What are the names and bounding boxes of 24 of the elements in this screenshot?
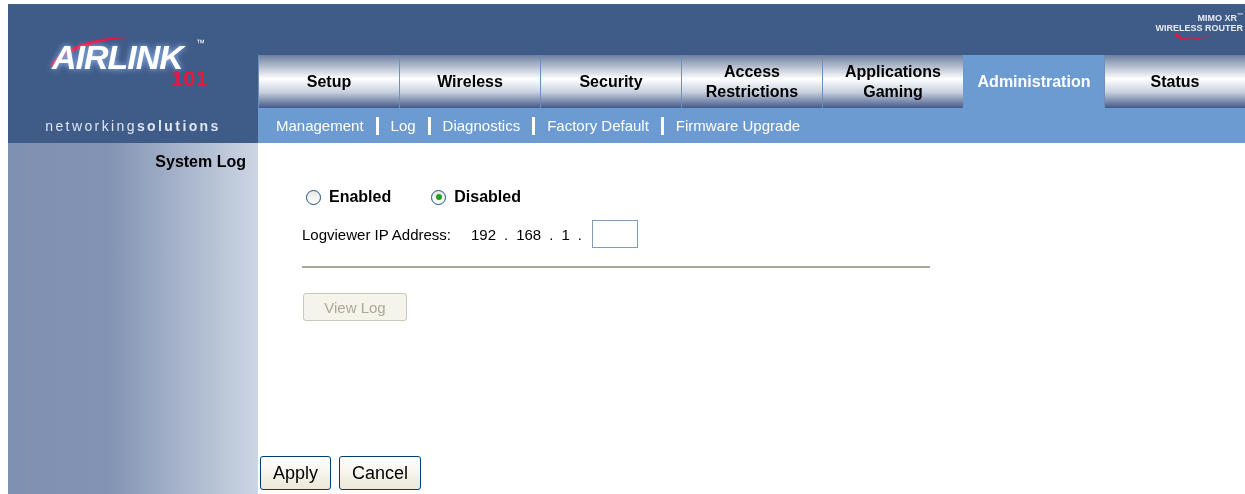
action-button[interactable]: Apply <box>260 456 332 490</box>
nav-tab[interactable]: Applications Gaming <box>822 55 963 108</box>
nav-tab[interactable]: Access Restrictions <box>681 55 822 108</box>
airlink-logo: AIRLINK ™ 101 <box>46 24 216 94</box>
logo-tagline: networkingsolutions <box>44 117 222 136</box>
ip-octet: . <box>577 225 582 243</box>
action-button[interactable]: Cancel <box>339 456 422 490</box>
radio-button[interactable] <box>431 189 447 205</box>
ip-octet: 192 <box>471 225 496 243</box>
nav-tab[interactable]: Status <box>1104 55 1245 108</box>
radio-label: Disabled <box>454 188 521 206</box>
ip-octet: 1 <box>561 225 570 243</box>
section-title: System Log <box>155 153 246 171</box>
field-label: Logviewer IP Address: <box>302 225 451 243</box>
ip-octet-field[interactable] <box>591 220 638 248</box>
radio-label: Enabled <box>329 188 392 206</box>
radio-button[interactable] <box>306 189 321 205</box>
ip-octet: . <box>504 225 509 243</box>
ip-octet: 168 <box>516 225 542 243</box>
nav-tab[interactable]: Setup <box>258 55 399 108</box>
ip-octet: . <box>549 225 554 243</box>
nav-tab[interactable]: Wireless <box>399 55 540 108</box>
product-badge: MIMO XR$^{™}$ WIRELESS ROUTER <box>1155 4 1245 44</box>
nav-tab[interactable]: Security <box>540 55 681 108</box>
